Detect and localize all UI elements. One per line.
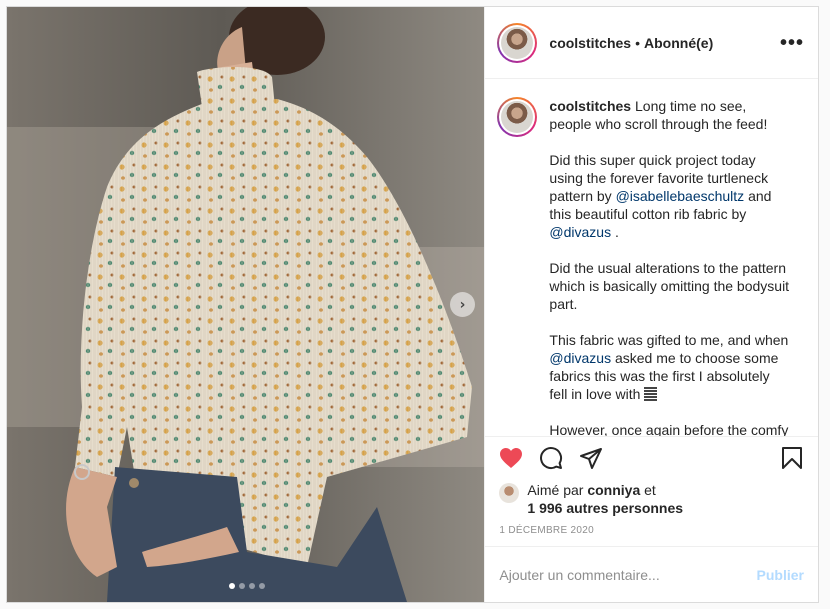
liker-avatar[interactable] <box>499 483 520 503</box>
caption-paragraph-3: Did the usual alterations to the pattern… <box>549 260 790 312</box>
mention-link[interactable]: @divazus <box>549 224 611 240</box>
bookmark-icon <box>782 446 802 469</box>
publish-button[interactable]: Publier <box>757 567 804 583</box>
carousel-dot <box>239 583 245 589</box>
mention-link[interactable]: @divazus <box>549 350 611 366</box>
likes-others-link[interactable]: 1 996 autres personnes <box>527 500 683 516</box>
like-button[interactable] <box>497 444 525 472</box>
likes-prefix: Aimé par <box>527 482 584 498</box>
likes-summary: Aimé par conniya et 1 996 autres personn… <box>485 478 818 517</box>
post-side-panel: coolstitches • Abonné(e) ••• coolstitche… <box>484 7 818 602</box>
caption-avatar[interactable] <box>497 97 538 137</box>
comment-button[interactable] <box>537 444 565 472</box>
carousel-dot <box>229 583 235 589</box>
carousel-dot <box>249 583 255 589</box>
comment-icon <box>540 446 563 469</box>
caption-paragraph-2c: . <box>614 224 619 240</box>
caption-text: coolstitches Long time no see, people wh… <box>549 97 789 436</box>
mention-link[interactable]: @isabellebaeschultz <box>616 188 745 204</box>
post-photo[interactable]: › <box>7 7 485 602</box>
post-date[interactable]: 1 DÉCEMBRE 2020 <box>485 517 818 536</box>
liker-username[interactable]: conniya <box>587 482 640 498</box>
header-separator: • <box>635 34 641 51</box>
likes-and: et <box>644 482 656 498</box>
more-options-icon[interactable]: ••• <box>780 33 804 53</box>
post-header: coolstitches • Abonné(e) ••• <box>485 7 818 79</box>
carousel-next-button[interactable]: › <box>450 292 475 317</box>
flag-emoji-icon <box>644 387 658 401</box>
follow-status-button[interactable]: Abonné(e) <box>644 35 713 51</box>
save-button[interactable] <box>778 444 806 472</box>
caption-area[interactable]: coolstitches Long time no see, people wh… <box>485 79 818 436</box>
heart-icon <box>500 447 523 468</box>
paper-plane-icon <box>580 447 603 469</box>
caption-paragraph-5: However, once again before the comfy <box>549 422 789 436</box>
comment-input[interactable] <box>499 566 757 583</box>
carousel-dot <box>259 583 265 589</box>
caption-username[interactable]: coolstitches <box>549 98 631 114</box>
photo-scene <box>7 7 485 602</box>
share-button[interactable] <box>577 444 605 472</box>
comment-form: Publier <box>485 546 818 602</box>
author-avatar[interactable] <box>497 22 538 63</box>
post-card: › coolstitches • Abonné(e) ••• coolstitc… <box>6 6 819 603</box>
carousel-indicator <box>229 583 265 589</box>
author-username[interactable]: coolstitches <box>549 35 631 51</box>
post-actions <box>485 436 818 478</box>
caption-paragraph-4a: This fabric was gifted to me, and when <box>549 332 789 348</box>
chevron-right-icon: › <box>459 296 466 313</box>
